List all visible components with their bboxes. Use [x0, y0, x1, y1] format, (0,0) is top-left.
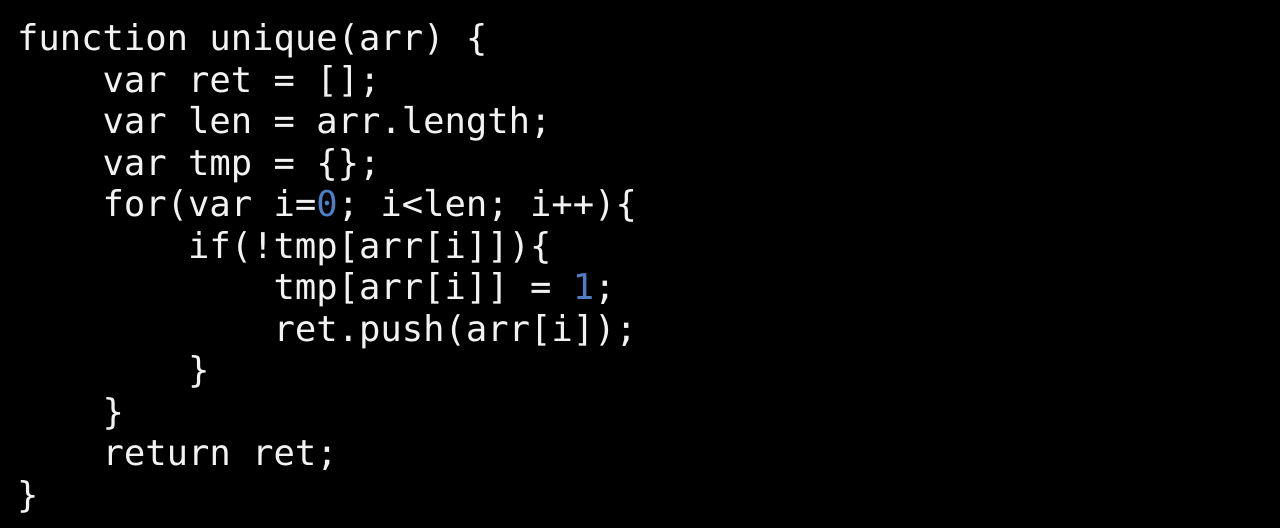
code-block[interactable]: function unique(arr) { var ret = []; var… — [17, 18, 637, 516]
code-line: } — [17, 350, 210, 391]
code-text: ; i<len; i++){ — [337, 184, 637, 225]
code-text: for(var i= — [17, 184, 317, 225]
number-literal: 0 — [316, 184, 338, 225]
code-line: function unique(arr) { — [17, 18, 488, 59]
code-line: tmp[arr[i]] = 1; — [17, 267, 637, 309]
code-line: var ret = []; — [17, 59, 381, 101]
code-line: var len = arr.length; — [17, 101, 552, 142]
code-line: var tmp = {}; — [17, 142, 381, 184]
code-line: ret.push(arr[i]); — [17, 308, 637, 350]
code-line: } — [17, 391, 124, 433]
code-line: for(var i=0; i<len; i++){ — [17, 184, 637, 226]
number-literal: 1 — [572, 267, 595, 308]
code-text: ; — [594, 267, 616, 308]
code-text: tmp[arr[i]] = — [17, 267, 573, 308]
code-line: return ret; — [17, 433, 338, 474]
code-line: } — [17, 474, 39, 516]
code-viewport: function unique(arr) { var ret = []; var… — [0, 0, 1280, 528]
code-line: if(!tmp[arr[i]]){ — [17, 225, 552, 267]
